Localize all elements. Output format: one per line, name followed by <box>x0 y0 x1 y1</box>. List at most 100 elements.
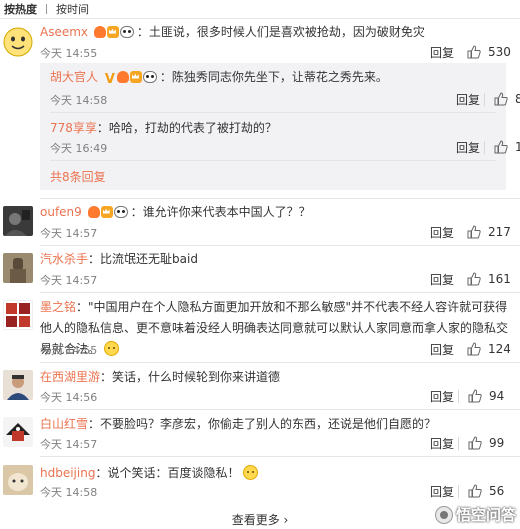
username[interactable]: Aseemx <box>40 25 88 39</box>
like-button[interactable]: 56 <box>458 483 510 499</box>
sort-by-time-tab[interactable]: 按时间 <box>56 1 89 17</box>
comment-item: 在西湖里游：笑话，什么时候轮到你来讲道德 今天 14:56 回复 94 <box>0 370 520 410</box>
reply-divider <box>50 160 496 161</box>
like-count: 99 <box>489 436 505 450</box>
like-count: 530 <box>488 45 511 59</box>
user-badges: V <box>104 69 158 87</box>
like-divider <box>458 389 459 403</box>
like-button[interactable]: 217 <box>458 224 511 240</box>
avatar[interactable] <box>3 417 33 447</box>
like-button[interactable]: 530 <box>458 44 511 60</box>
like-count: 217 <box>488 225 511 239</box>
reply-thread: 胡大官人 V ：陈独秀同志你先坐下，让蒂花之秀先来。 今天 14:58 回复 8 … <box>40 63 520 190</box>
comment-text: 比流氓还无耻baid <box>100 252 198 266</box>
thumbs-up-icon <box>467 45 481 59</box>
avatar[interactable] <box>3 465 33 495</box>
smile-emoji-icon <box>243 465 259 480</box>
fire-badge-icon <box>93 25 106 38</box>
username[interactable]: 在西湖里游 <box>40 370 100 384</box>
like-count: 1 <box>515 140 520 154</box>
reply-time: 今天 16:49 <box>50 142 108 155</box>
reply-time: 今天 14:58 <box>50 94 108 107</box>
like-button[interactable]: 99 <box>458 435 510 451</box>
crown-badge-icon <box>100 205 113 218</box>
comment-divider <box>40 456 520 457</box>
comment-item: 墨之铭："中国用户在个人隐私方面更加开放和不那么敏感"并不代表不经人容许就可获得… <box>0 300 520 360</box>
like-count: 56 <box>489 484 505 498</box>
comment-time: 今天 14:58 <box>40 486 98 499</box>
more-replies-link[interactable]: 共8条回复 <box>50 168 106 185</box>
reply-button[interactable]: 回复 <box>430 271 454 288</box>
comment-item: oufen9 ：谁允许你来代表本中国人了？？ 今天 14:57 回复 217 <box>0 205 520 246</box>
fire-badge-icon <box>87 205 100 218</box>
like-button[interactable]: 161 <box>458 271 511 287</box>
like-button[interactable]: 94 <box>458 388 510 404</box>
reply-button[interactable]: 回复 <box>456 91 480 108</box>
avatar[interactable] <box>3 253 33 283</box>
avatar[interactable] <box>3 206 33 236</box>
panda-badge-icon <box>142 70 157 83</box>
comment-time: 今天 14:55 <box>40 344 98 357</box>
verified-v-icon: V <box>104 71 115 87</box>
comment-item: hdbeijing：说个笑话：百度谈隐私！ 今天 14:58 回复 56 <box>0 465 520 505</box>
thumbs-up-icon <box>494 92 508 106</box>
comment-divider <box>40 198 520 199</box>
username[interactable]: oufen9 <box>40 205 82 219</box>
comment-item: 汽水杀手：比流氓还无耻baid 今天 14:57 回复 161 <box>0 252 520 293</box>
comment-item: 白山红雪：不要脸吗？李彦宏，你偷走了别人的东西，还说是他们自愿的？ 今天 14:… <box>0 417 520 457</box>
wukong-logo-icon <box>434 505 453 524</box>
avatar[interactable] <box>3 300 33 330</box>
reply-button[interactable]: 回复 <box>430 435 454 452</box>
sort-bar: 按热度 按时间 <box>0 0 520 19</box>
reply-button[interactable]: 回复 <box>430 224 454 241</box>
like-divider <box>458 484 459 498</box>
comment-time: 今天 14:57 <box>40 227 98 240</box>
watermark: 悟空问答 <box>434 504 516 525</box>
reply-button[interactable]: 回复 <box>430 44 454 61</box>
reply-button[interactable]: 回复 <box>456 139 480 156</box>
like-button[interactable]: 1 <box>484 139 520 155</box>
comment-divider <box>40 292 520 293</box>
reply-username[interactable]: 胡大官人 <box>50 70 98 84</box>
like-count: 8 <box>515 92 520 106</box>
crown-badge-icon <box>106 25 119 38</box>
comment-time: 今天 14:55 <box>40 47 98 60</box>
like-count: 161 <box>488 272 511 286</box>
comment-time: 今天 14:56 <box>40 391 98 404</box>
like-button[interactable]: 124 <box>458 341 511 357</box>
like-button[interactable]: 8 <box>484 91 520 107</box>
username[interactable]: 汽水杀手 <box>40 252 88 266</box>
reply-username[interactable]: 778享享 <box>50 121 97 135</box>
username[interactable]: hdbeijing <box>40 466 95 480</box>
reply-button[interactable]: 回复 <box>430 341 454 358</box>
username[interactable]: 白山红雪 <box>40 417 88 431</box>
comment-text: 谁允许你来代表本中国人了？？ <box>142 205 311 219</box>
reply-text: 陈独秀同志你先坐下，让蒂花之秀先来。 <box>171 70 388 84</box>
comment-text: 说个笑话：百度谈隐私！ <box>107 466 240 480</box>
like-count: 94 <box>489 389 505 403</box>
thumbs-up-icon <box>494 140 508 154</box>
sort-by-hot-tab[interactable]: 按热度 <box>4 1 37 17</box>
reply-divider <box>50 112 496 113</box>
panda-badge-icon <box>113 205 128 218</box>
avatar[interactable] <box>3 27 33 57</box>
avatar[interactable] <box>3 370 33 400</box>
reply-button[interactable]: 回复 <box>430 483 454 500</box>
comment-time: 今天 14:57 <box>40 438 98 451</box>
comment-time: 今天 14:57 <box>40 274 98 287</box>
smile-emoji-icon <box>103 341 119 356</box>
sort-divider <box>46 4 47 14</box>
thumbs-up-icon <box>468 436 482 450</box>
thumbs-up-icon <box>467 225 481 239</box>
reply-button[interactable]: 回复 <box>430 388 454 405</box>
reply-text: 哈哈，打劫的代表了被打劫的？ <box>108 121 277 135</box>
comment-text: 不要脸吗？李彦宏，你偷走了别人的东西，还说是他们自愿的？ <box>100 417 437 431</box>
like-divider <box>484 92 485 106</box>
comment-text: 笑话，什么时候轮到你来讲道德 <box>112 370 281 384</box>
thumbs-up-icon <box>468 484 482 498</box>
panda-badge-icon <box>119 25 134 38</box>
thumbs-up-icon <box>468 389 482 403</box>
username[interactable]: 墨之铭 <box>40 300 76 314</box>
thumbs-up-icon <box>467 272 481 286</box>
comment-divider <box>40 362 520 363</box>
